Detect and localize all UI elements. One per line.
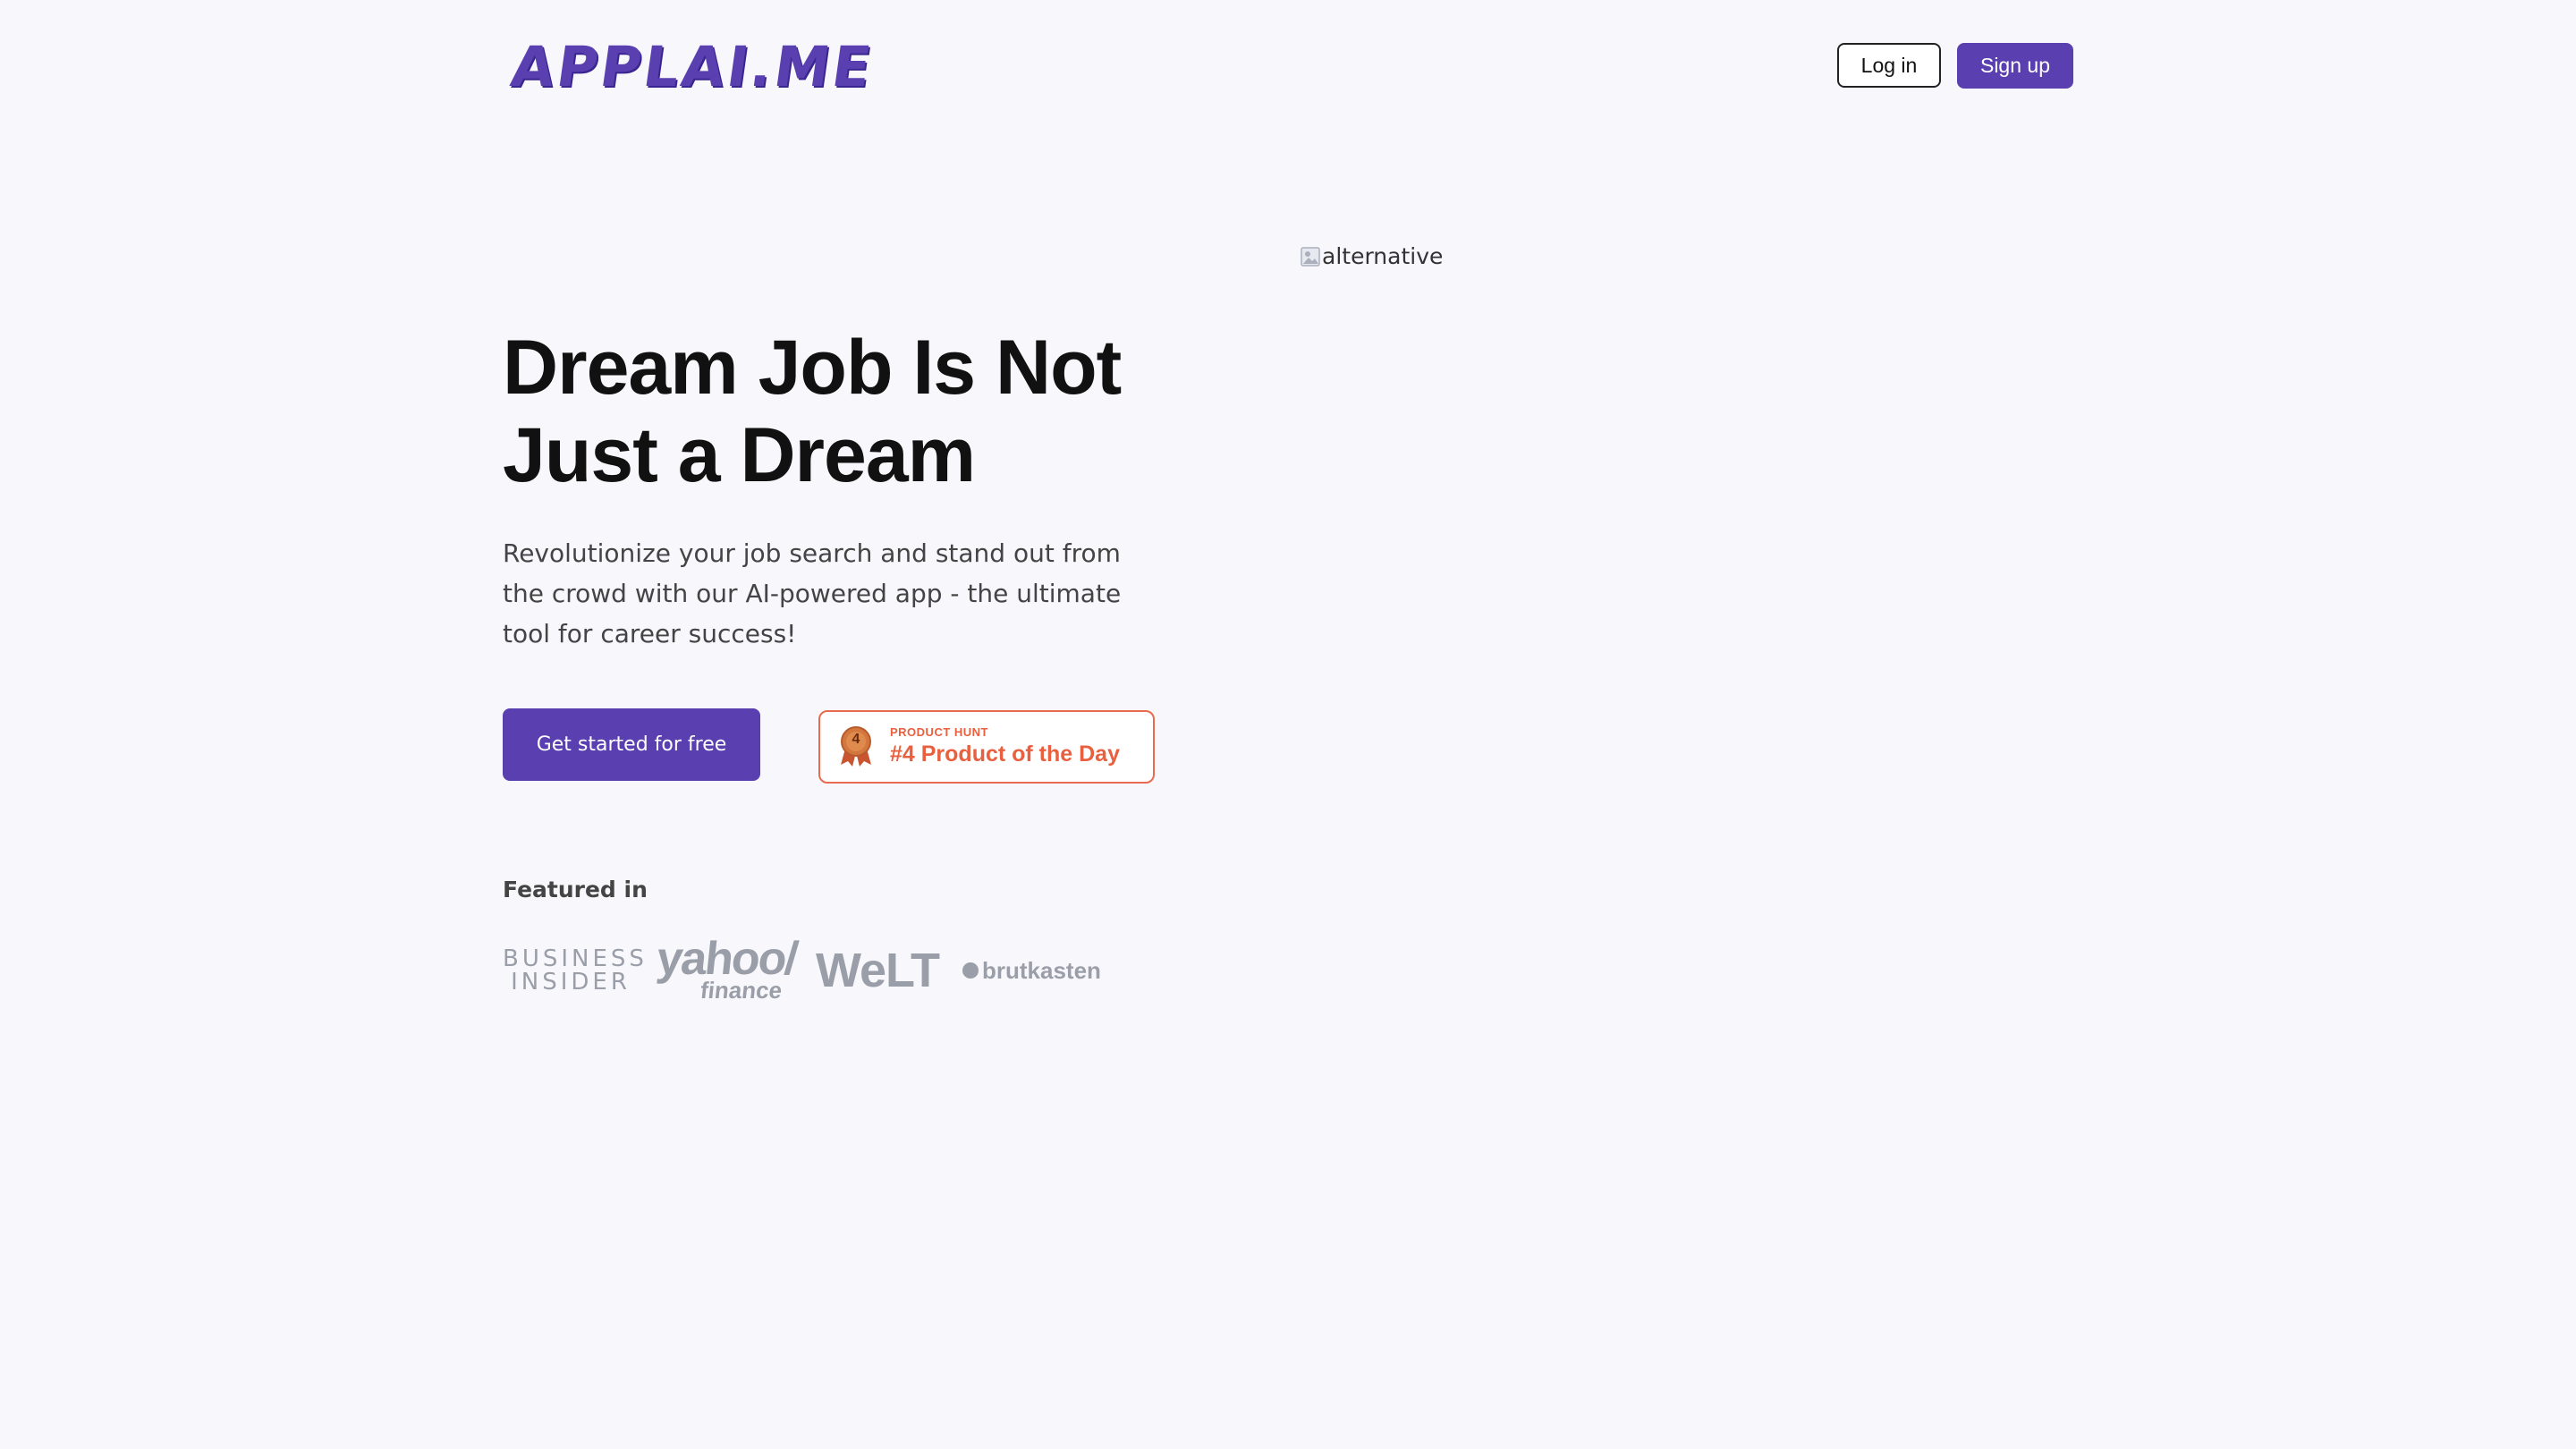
signup-button[interactable]: Sign up bbox=[1957, 43, 2073, 89]
medal-icon: 4 bbox=[838, 725, 874, 768]
brutkasten-dot-icon bbox=[962, 962, 979, 979]
product-hunt-badge[interactable]: 4 PRODUCT HUNT #4 Product of the Day bbox=[818, 710, 1155, 784]
get-started-button[interactable]: Get started for free bbox=[503, 708, 760, 781]
yahoo-finance-logo: yahoo/ finance bbox=[654, 933, 800, 1004]
business-insider-logo: BUSINESS INSIDER bbox=[503, 945, 648, 996]
login-button[interactable]: Log in bbox=[1837, 43, 1941, 88]
brand-logo-text: APPLAI.ME bbox=[506, 34, 878, 99]
brutkasten-text: brutkasten bbox=[982, 956, 1101, 984]
hero-title-line2: Just a Dream bbox=[503, 412, 976, 498]
brand-logo[interactable]: APPLAI.ME bbox=[507, 34, 877, 99]
welt-logo: WeLT bbox=[816, 944, 940, 997]
hero-subtitle: Revolutionize your job search and stand … bbox=[503, 538, 1122, 648]
product-hunt-title: #4 Product of the Day bbox=[890, 741, 1120, 767]
hero-title-line1: Dream Job Is Not bbox=[503, 325, 1122, 411]
yahoo-line2: finance bbox=[699, 977, 784, 1004]
product-hunt-label: PRODUCT HUNT bbox=[890, 725, 988, 739]
brutkasten-logo: brutkasten bbox=[962, 957, 1101, 985]
business-insider-line1: BUSINESS bbox=[503, 945, 648, 972]
featured-in-label: Featured in bbox=[503, 877, 648, 902]
yahoo-line1: yahoo/ bbox=[654, 933, 800, 985]
hero-image: alternative bbox=[1301, 243, 1443, 269]
medal-rank: 4 bbox=[852, 732, 860, 747]
business-insider-line2: INSIDER bbox=[511, 969, 631, 996]
broken-image-icon bbox=[1301, 246, 1320, 267]
hero-title: Dream Job Is Not Just a Dream bbox=[503, 324, 1182, 499]
featured-logos: BUSINESS INSIDER yahoo/ finance WeLT bru… bbox=[503, 933, 1101, 1004]
hero-image-alt: alternative bbox=[1322, 243, 1444, 269]
